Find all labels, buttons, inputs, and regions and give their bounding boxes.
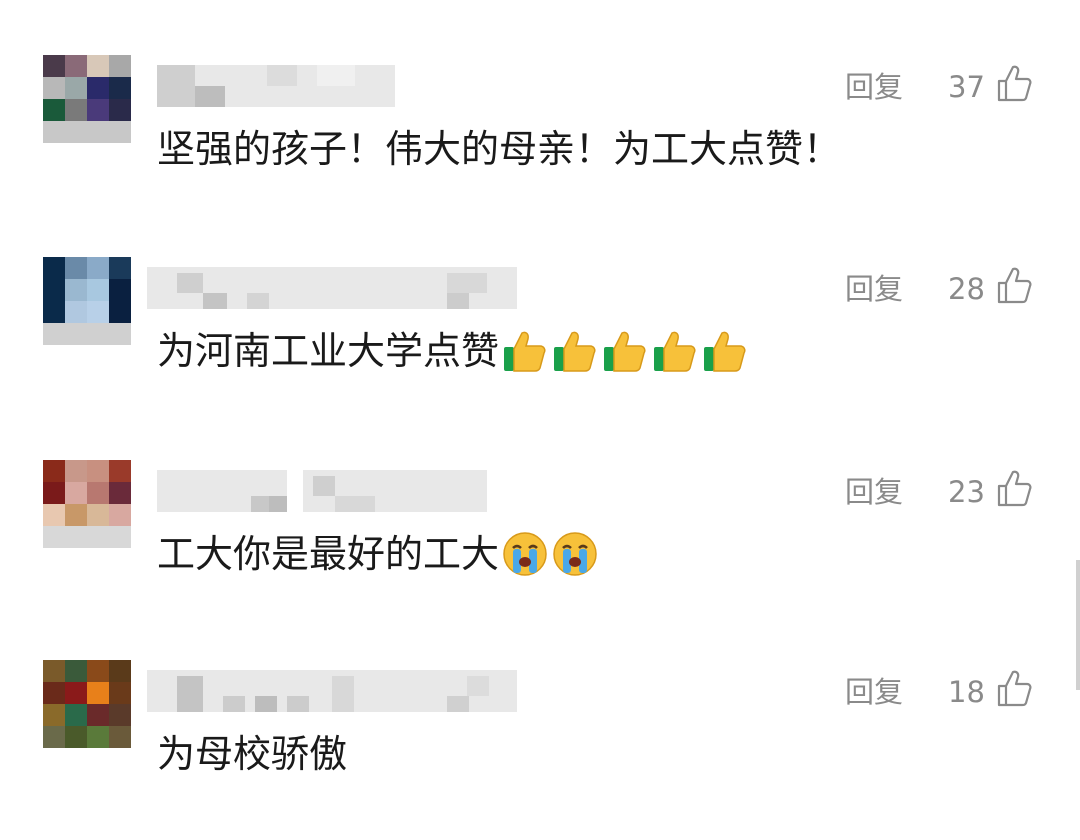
username-blurred-suffix (303, 470, 487, 512)
thumbs-up-emoji-icon (654, 331, 696, 372)
username-blurred[interactable] (147, 267, 517, 309)
comment-item: 回复 18 为母校骄傲 (0, 660, 1080, 840)
loudly-crying-face-emoji-icon (503, 532, 547, 576)
comment-text: 坚强的孩子！伟大的母亲！为工大点赞！ (157, 123, 841, 175)
avatar[interactable] (43, 257, 131, 345)
avatar[interactable] (43, 460, 131, 548)
comment-text: 为母校骄傲 (157, 728, 347, 780)
like-count: 18 (948, 675, 985, 709)
like-count: 23 (948, 475, 985, 509)
loudly-crying-face-emoji-icon (553, 532, 597, 576)
username-blurred[interactable] (157, 470, 287, 512)
thumbs-up-icon[interactable] (996, 468, 1032, 508)
username-blurred[interactable] (157, 65, 395, 107)
comment-body: 坚强的孩子！伟大的母亲！为工大点赞！ (157, 127, 842, 171)
comment-body: 为母校骄傲 (157, 732, 348, 776)
thumbs-up-icon[interactable] (996, 63, 1032, 103)
like-count: 28 (948, 272, 985, 306)
comment-item: 回复 23 工大你是最好的工大 (0, 460, 1080, 640)
thumbs-up-icon[interactable] (996, 265, 1032, 305)
thumbs-up-emoji-icon (554, 331, 596, 372)
comment-body: 工大你是最好的工大 (157, 532, 500, 576)
reply-button[interactable]: 回复 (845, 267, 903, 311)
like-count: 37 (948, 70, 985, 104)
thumbs-up-emoji-icon (604, 331, 646, 372)
avatar[interactable] (43, 660, 131, 748)
thumbs-up-emoji-icon (504, 331, 546, 372)
username-blurred[interactable] (147, 670, 517, 712)
comment-item: 回复 28 为河南工业大学点赞 (0, 257, 1080, 437)
thumbs-up-icon[interactable] (996, 668, 1032, 708)
scrollbar[interactable] (1076, 560, 1080, 690)
reply-button[interactable]: 回复 (845, 470, 903, 514)
comment-text: 工大你是最好的工大 (157, 528, 599, 580)
comment-item: 回复 37 坚强的孩子！伟大的母亲！为工大点赞！ (0, 55, 1080, 235)
comment-body: 为河南工业大学点赞 (157, 329, 500, 373)
comment-text: 为河南工业大学点赞 (157, 325, 749, 377)
thumbs-up-emoji-icon (704, 331, 746, 372)
reply-button[interactable]: 回复 (845, 670, 903, 714)
reply-button[interactable]: 回复 (845, 65, 903, 109)
avatar[interactable] (43, 55, 131, 143)
